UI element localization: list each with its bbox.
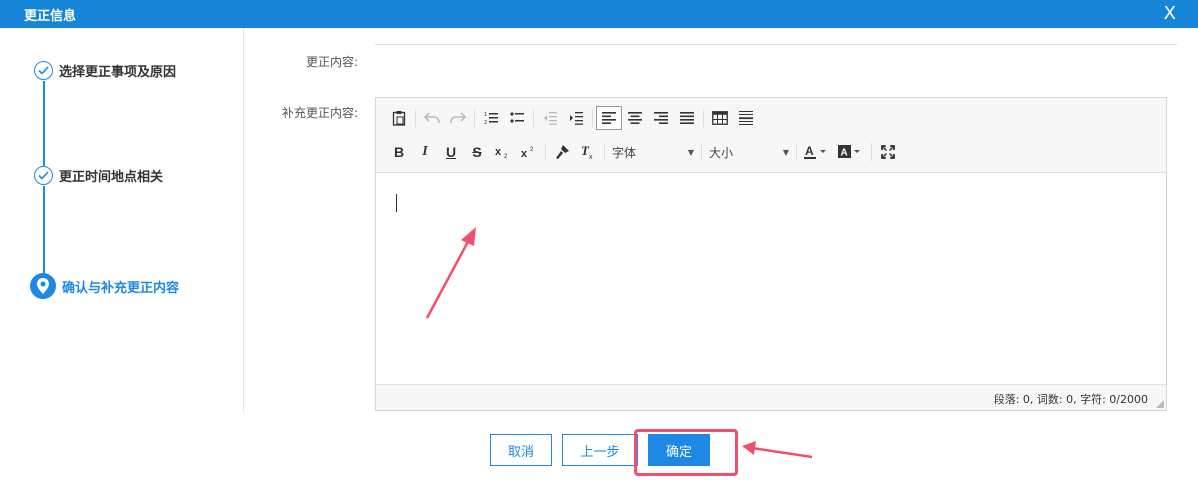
toolbar-separator — [592, 109, 593, 127]
fullscreen-icon[interactable] — [875, 140, 901, 164]
resize-grip-icon[interactable] — [1156, 400, 1164, 408]
font-size-select[interactable]: 大小 ▼ — [705, 144, 793, 161]
align-right-icon[interactable] — [648, 106, 674, 130]
ordered-list-icon[interactable]: 12 — [478, 106, 504, 130]
toolbar-separator — [796, 143, 797, 161]
caret-down-icon: ▼ — [782, 147, 789, 157]
step-connector — [43, 81, 45, 166]
bold-icon[interactable]: B — [386, 140, 412, 164]
toolbar-row: B I U S x2 x2 Tx 字体 ▼ 大小 ▼ A A — [386, 139, 901, 165]
svg-text:x: x — [495, 146, 502, 158]
font-family-value: 字体 — [612, 145, 637, 160]
superscript-icon[interactable]: x2 — [516, 140, 542, 164]
horizontal-rule-icon[interactable] — [733, 106, 759, 130]
indent-icon[interactable] — [563, 106, 589, 130]
editor-toolbar: 12 B I U S x 2 x 2 T x 字体 ▼ 大小 ▼ A A — [376, 98, 1166, 173]
svg-text:A: A — [805, 144, 814, 158]
toolbar-separator — [604, 143, 605, 161]
outdent-icon[interactable] — [537, 106, 563, 130]
toolbar-row: 12 — [386, 105, 759, 131]
underline-icon[interactable]: U — [438, 140, 464, 164]
cancel-button[interactable]: 取消 — [490, 434, 552, 466]
font-color-icon[interactable]: A — [800, 140, 834, 164]
dialog-title: 更正信息 — [24, 9, 77, 24]
svg-text:2: 2 — [484, 120, 487, 125]
svg-text:1: 1 — [484, 112, 487, 118]
font-size-value: 大小 — [709, 145, 734, 160]
caret-down-icon: ▼ — [687, 147, 694, 157]
editor-statusbar: 段落: 0, 词数: 0, 字符: 0/2000 — [376, 384, 1166, 410]
step-label: 更正时间地点相关 — [59, 170, 164, 185]
table-icon[interactable] — [707, 106, 733, 130]
italic-icon[interactable]: I — [412, 140, 438, 164]
step-sidebar: 选择更正事项及原因 更正时间地点相关 确认与补充更正内容 — [0, 28, 244, 412]
dialog-header: 更正信息 X — [0, 0, 1198, 28]
step-3: 确认与补充更正内容 — [30, 273, 180, 299]
svg-text:x: x — [521, 148, 528, 159]
previous-step-button[interactable]: 上一步 — [562, 434, 638, 466]
toolbar-separator — [545, 143, 546, 161]
check-icon — [34, 61, 53, 80]
step-1: 选择更正事项及原因 — [34, 61, 176, 80]
align-left-icon[interactable] — [596, 106, 622, 130]
step-connector — [43, 186, 45, 276]
content-label: 更正内容: — [305, 55, 358, 69]
align-justify-icon[interactable] — [674, 106, 700, 130]
word-count-status: 段落: 0, 词数: 0, 字符: 0/2000 — [993, 393, 1148, 406]
svg-text:2: 2 — [504, 154, 508, 159]
format-painter-icon[interactable] — [549, 140, 575, 164]
annotation-arrow-icon — [742, 441, 813, 459]
subscript-icon[interactable]: x2 — [490, 140, 516, 164]
editor-content-area[interactable] — [376, 174, 1166, 384]
redo-icon[interactable] — [445, 106, 471, 130]
toolbar-separator — [871, 143, 872, 161]
unordered-list-icon[interactable] — [504, 106, 530, 130]
svg-text:A: A — [841, 148, 848, 159]
check-icon — [34, 166, 53, 185]
svg-text:x: x — [589, 154, 593, 160]
text-cursor — [396, 194, 397, 212]
toolbar-separator — [533, 109, 534, 127]
strikethrough-icon[interactable]: S — [464, 140, 490, 164]
step-label: 确认与补充更正内容 — [62, 280, 180, 296]
location-pin-icon — [30, 273, 56, 299]
annotation-highlight-box — [634, 429, 738, 476]
clear-format-icon[interactable]: Tx — [575, 140, 601, 164]
content-divider — [375, 44, 1177, 45]
toolbar-separator — [703, 109, 704, 127]
align-center-icon[interactable] — [622, 106, 648, 130]
step-2: 更正时间地点相关 — [34, 166, 163, 185]
toolbar-separator — [474, 109, 475, 127]
background-color-icon[interactable]: A — [834, 140, 868, 164]
font-family-select[interactable]: 字体 ▼ — [608, 144, 698, 161]
toolbar-separator — [701, 143, 702, 161]
svg-text:2: 2 — [530, 147, 534, 153]
undo-icon[interactable] — [419, 106, 445, 130]
step-label: 选择更正事项及原因 — [59, 65, 177, 80]
supplement-label: 补充更正内容: — [281, 106, 358, 120]
rich-text-editor: 12 B I U S x 2 x 2 T x 字体 ▼ 大小 ▼ A A 段落:… — [375, 97, 1167, 411]
toolbar-separator — [415, 109, 416, 127]
close-icon[interactable]: X — [1164, 3, 1176, 24]
paste-icon[interactable] — [386, 106, 412, 130]
